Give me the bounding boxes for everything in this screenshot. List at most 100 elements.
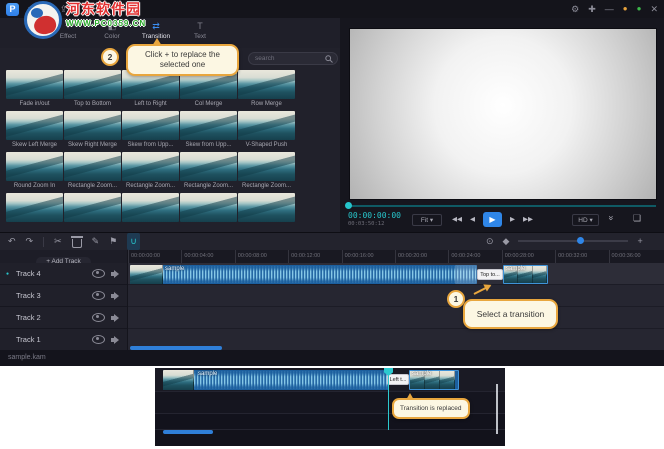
clip-frame-thumb xyxy=(533,266,547,283)
transition-badge[interactable]: Top to... xyxy=(477,269,503,280)
visibility-toggle-icon[interactable] xyxy=(92,291,105,300)
transition-item[interactable]: Rectangle Zoom... xyxy=(238,152,295,192)
undo-icon[interactable]: ↶ xyxy=(8,233,16,250)
settings-gear-icon[interactable]: ⚙ xyxy=(571,0,579,18)
mute-toggle-icon[interactable] xyxy=(114,270,119,278)
transition-item[interactable] xyxy=(180,193,237,232)
transition-item[interactable]: Skew Right Merge xyxy=(64,111,121,151)
scrub-handle[interactable] xyxy=(345,202,352,209)
ruler-label: 00:00:16:00 xyxy=(342,250,395,263)
clip-label: sample xyxy=(165,266,184,272)
track-header[interactable]: Track 1 xyxy=(0,329,127,350)
inset-clip-waveform xyxy=(194,371,388,389)
timeline-ruler[interactable]: 00:00:00:0000:00:04:0000:00:08:0000:00:1… xyxy=(128,250,664,263)
track-header[interactable]: ● Track 4 xyxy=(0,263,127,285)
minimize-button[interactable]: — xyxy=(605,0,614,18)
tab-label: Text xyxy=(178,32,222,41)
inset-transition-badge: Left t... xyxy=(387,374,409,385)
transition-thumbnail xyxy=(122,193,179,222)
transition-item[interactable]: Round Zoom In xyxy=(6,152,63,192)
visibility-toggle-icon[interactable] xyxy=(92,335,105,344)
track-name: Track 4 xyxy=(16,269,88,278)
snap-magnet-icon[interactable]: ∪ xyxy=(127,233,140,250)
second-clip-label: sample xyxy=(506,266,525,272)
zoom-slider[interactable] xyxy=(518,240,628,242)
inset-clip-label: sample xyxy=(198,371,217,377)
cut-icon[interactable]: ✂ xyxy=(54,233,62,250)
transition-item[interactable] xyxy=(122,193,179,232)
visibility-toggle-icon[interactable] xyxy=(92,313,105,322)
track-lane[interactable] xyxy=(128,307,664,329)
close-button[interactable]: ✕ xyxy=(650,0,658,18)
transition-label: Rectangle Zoom... xyxy=(64,181,121,191)
zoom-slider-handle[interactable] xyxy=(577,237,584,244)
watermark-site-url: WWW.PC0359.CN xyxy=(66,18,146,29)
ruler-label: 00:00:24:00 xyxy=(448,250,501,263)
transition-label: Row Merge xyxy=(238,99,295,109)
inset-horizontal-scrollbar xyxy=(163,430,213,434)
delete-icon[interactable] xyxy=(72,239,82,248)
inset-vertical-scrollbar xyxy=(496,384,498,434)
transition-item[interactable]: Top to Bottom xyxy=(64,70,121,110)
transition-item[interactable] xyxy=(6,193,63,232)
ruler-label: 00:00:08:00 xyxy=(235,250,288,263)
transition-item[interactable]: Skew from Upp... xyxy=(180,111,237,151)
transition-item[interactable]: Col Merge xyxy=(180,70,237,110)
track-active-dot: ● xyxy=(6,271,12,277)
transition-item[interactable]: Rectangle Zoom... xyxy=(64,152,121,192)
video-screen xyxy=(349,28,657,200)
fit-dropdown[interactable]: Fit ▾ xyxy=(412,214,442,226)
next-button[interactable]: ▶▶ xyxy=(523,212,533,227)
transition-item[interactable]: Skew Left Merge xyxy=(6,111,63,151)
play-button[interactable]: ▶ xyxy=(483,212,502,227)
edit-icon[interactable]: ✎ xyxy=(92,233,100,250)
transition-item[interactable]: V-Shaped Push xyxy=(238,111,295,151)
transition-thumbnail xyxy=(180,152,237,181)
playhead-line[interactable] xyxy=(388,368,389,430)
ruler-label: 00:00:32:00 xyxy=(555,250,608,263)
search-input[interactable] xyxy=(253,54,325,63)
callout-step2: Click + to replace the selected one xyxy=(126,44,239,76)
track-lane[interactable] xyxy=(128,285,664,307)
app-logo: P xyxy=(6,3,19,16)
inset-clip-filmstrip xyxy=(163,370,194,390)
maximize-button[interactable]: ● xyxy=(623,0,628,18)
add-track-cell: + Add Track xyxy=(0,250,128,263)
transition-item[interactable]: Rectangle Zoom... xyxy=(180,152,237,192)
scrub-bar[interactable] xyxy=(348,205,656,207)
transition-item[interactable]: Rectangle Zoom... xyxy=(122,152,179,192)
mute-toggle-icon[interactable] xyxy=(114,292,119,300)
collapse-chevrons-icon[interactable]: » xyxy=(607,215,617,220)
locate-playhead-icon[interactable]: ⊙ xyxy=(486,233,494,250)
step-back-button[interactable]: ◀ xyxy=(470,212,475,227)
previous-button[interactable]: ◀◀ xyxy=(452,212,462,227)
pin-icon[interactable]: ✚ xyxy=(588,0,596,18)
transition-thumbnail xyxy=(122,152,179,181)
redo-icon[interactable]: ↷ xyxy=(26,233,34,250)
track-header[interactable]: Track 3 xyxy=(0,285,127,307)
transition-item[interactable] xyxy=(238,193,295,232)
search-box xyxy=(248,52,338,65)
keyframe-icon[interactable]: ◆ xyxy=(503,233,510,250)
restore-button[interactable]: ● xyxy=(637,0,642,18)
transition-item[interactable] xyxy=(64,193,121,232)
audio-video-clip[interactable]: sample xyxy=(130,265,477,284)
transition-thumbnail xyxy=(180,111,237,140)
fullscreen-icon[interactable]: ❏ xyxy=(633,213,641,224)
transition-label: Skew from Upp... xyxy=(180,140,237,150)
step-forward-button[interactable]: ▶ xyxy=(510,212,515,227)
transition-item[interactable]: Fade in/out xyxy=(6,70,63,110)
transition-item[interactable]: Skew from Upp... xyxy=(122,111,179,151)
mute-toggle-icon[interactable] xyxy=(114,314,119,322)
marker-flag-icon[interactable]: ⚑ xyxy=(109,233,117,250)
visibility-toggle-icon[interactable] xyxy=(92,269,105,278)
transition-item[interactable]: Row Merge xyxy=(238,70,295,110)
mute-toggle-icon[interactable] xyxy=(114,336,119,344)
quality-dropdown[interactable]: HD ▾ xyxy=(572,214,599,226)
transition-label: Left to Right xyxy=(122,99,179,109)
zoom-in-icon[interactable]: + xyxy=(637,233,642,250)
ruler-label: 00:00:20:00 xyxy=(395,250,448,263)
transition-label: V-Shaped Push xyxy=(238,140,295,150)
transition-item[interactable]: Left to Right xyxy=(122,70,179,110)
track-header[interactable]: Track 2 xyxy=(0,307,127,329)
